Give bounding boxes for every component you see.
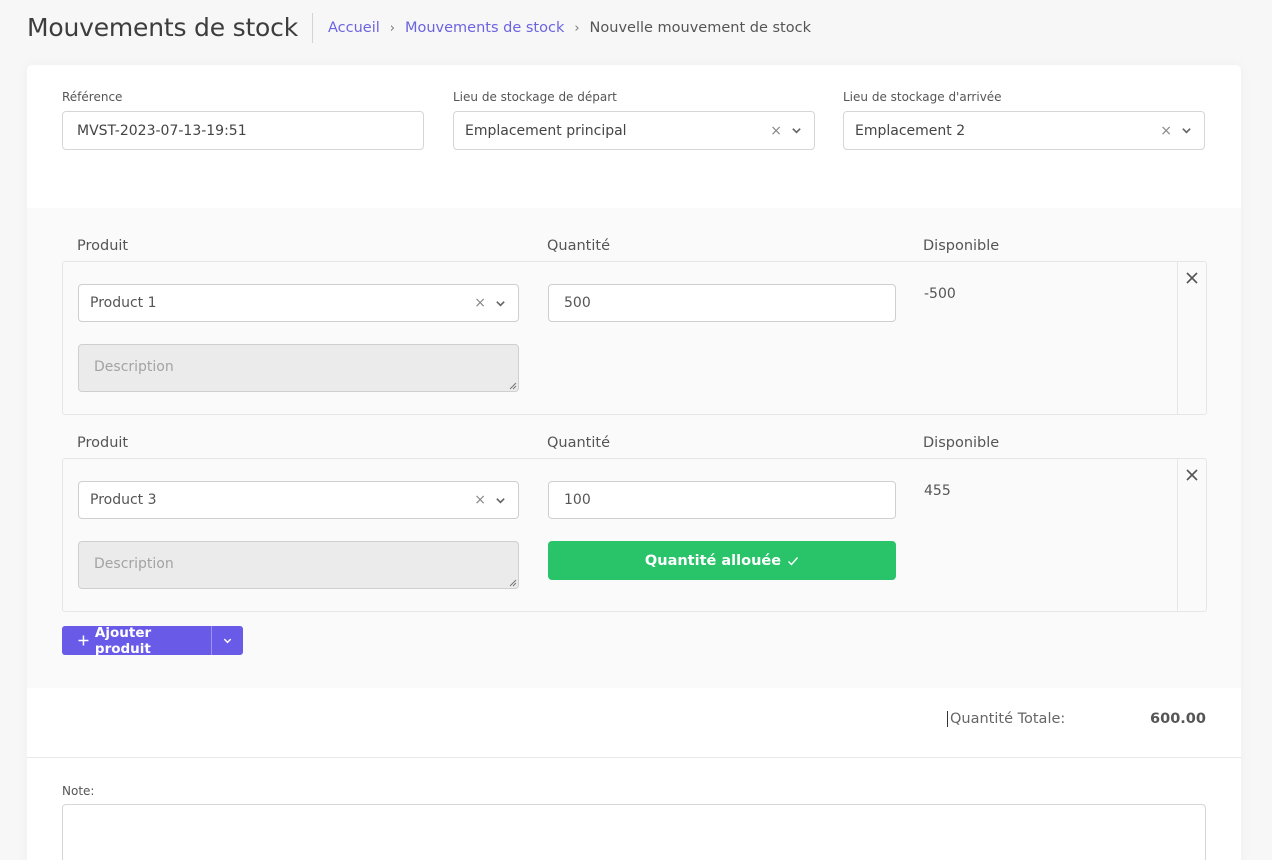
from-location-label: Lieu de stockage de départ	[453, 90, 617, 104]
description-placeholder: Description	[94, 556, 174, 572]
page-title: Mouvements de stock	[27, 13, 313, 43]
remove-line-icon[interactable]	[1185, 468, 1199, 482]
product-line: Product 1 × 500 -500 Description	[62, 261, 1207, 415]
available-value: 455	[924, 483, 951, 499]
note-textarea[interactable]	[62, 804, 1206, 860]
to-location-value: Emplacement 2	[855, 122, 966, 139]
to-location-field: Lieu de stockage d'arrivée Emplacement 2…	[843, 90, 1205, 150]
check-icon	[788, 556, 799, 566]
quantity-value: 100	[564, 492, 591, 508]
total-quantity-label: Quantité Totale:	[947, 711, 1065, 727]
breadcrumb-home[interactable]: Accueil	[328, 20, 380, 36]
column-product: Produit	[77, 435, 129, 451]
clear-icon[interactable]: ×	[474, 492, 486, 508]
column-available: Disponible	[923, 238, 1000, 254]
product-value: Product 1	[90, 295, 157, 311]
product-lines-section: Produit Quantité Disponible Product 1 × …	[27, 208, 1241, 688]
chevron-down-icon[interactable]	[791, 125, 802, 136]
chevron-right-icon: ›	[389, 20, 395, 36]
product-select[interactable]: Product 1 ×	[78, 284, 519, 322]
clear-icon[interactable]: ×	[1160, 123, 1172, 139]
add-product-button-group: Ajouter produit	[62, 624, 243, 657]
description-textarea[interactable]: Description	[78, 541, 519, 589]
total-quantity-value: 600.00	[1150, 711, 1206, 727]
product-select[interactable]: Product 3 ×	[78, 481, 519, 519]
reference-label: Référence	[62, 90, 123, 104]
clear-icon[interactable]: ×	[474, 295, 486, 311]
line-divider	[1177, 262, 1178, 414]
plus-icon	[78, 635, 89, 646]
from-location-value: Emplacement principal	[465, 122, 627, 139]
add-product-button[interactable]: Ajouter produit	[62, 624, 211, 657]
description-placeholder: Description	[94, 359, 174, 375]
resize-grip-icon[interactable]	[508, 578, 517, 587]
quantity-value: 500	[564, 295, 591, 311]
stock-movement-form: Référence MVST-2023-07-13-19:51 Lieu de …	[27, 65, 1241, 860]
chevron-down-icon	[223, 638, 232, 644]
chevron-right-icon: ›	[574, 20, 580, 36]
reference-input[interactable]: MVST-2023-07-13-19:51	[62, 111, 424, 150]
breadcrumb-current: Nouvelle mouvement de stock	[589, 20, 811, 36]
chevron-down-icon[interactable]	[1181, 125, 1192, 136]
note-label: Note:	[62, 784, 95, 798]
column-quantity: Quantité	[547, 435, 610, 451]
breadcrumb: Accueil › Mouvements de stock › Nouvelle…	[328, 20, 811, 36]
to-location-label: Lieu de stockage d'arrivée	[843, 90, 1002, 104]
quantity-input[interactable]: 100	[548, 481, 896, 519]
line-divider	[1177, 459, 1178, 611]
chevron-down-icon[interactable]	[495, 495, 506, 506]
resize-grip-icon[interactable]	[508, 381, 517, 390]
reference-value: MVST-2023-07-13-19:51	[77, 122, 247, 139]
breadcrumb-stock-movements[interactable]: Mouvements de stock	[405, 20, 564, 36]
remove-line-icon[interactable]	[1185, 271, 1199, 285]
column-quantity: Quantité	[547, 238, 610, 254]
add-product-dropdown-toggle[interactable]	[211, 626, 243, 655]
product-value: Product 3	[90, 492, 157, 508]
quantity-input[interactable]: 500	[548, 284, 896, 322]
reference-field: Référence MVST-2023-07-13-19:51	[62, 90, 424, 150]
from-location-field: Lieu de stockage de départ Emplacement p…	[453, 90, 815, 150]
totals-row: Quantité Totale: 600.00	[27, 688, 1241, 758]
product-line: Product 3 × 100 455 Description Quantité…	[62, 458, 1207, 612]
from-location-select[interactable]: Emplacement principal ×	[453, 111, 815, 150]
allocated-label: Quantité allouée	[644, 552, 782, 569]
clear-icon[interactable]: ×	[770, 123, 782, 139]
chevron-down-icon[interactable]	[495, 298, 506, 309]
add-product-label: Ajouter produit	[94, 624, 152, 657]
column-product: Produit	[77, 238, 129, 254]
available-value: -500	[924, 286, 956, 302]
column-available: Disponible	[923, 435, 1000, 451]
page-header: Mouvements de stock Accueil › Mouvements…	[27, 12, 811, 44]
quantity-allocated-button[interactable]: Quantité allouée	[548, 541, 896, 580]
to-location-select[interactable]: Emplacement 2 ×	[843, 111, 1205, 150]
description-textarea[interactable]: Description	[78, 344, 519, 392]
